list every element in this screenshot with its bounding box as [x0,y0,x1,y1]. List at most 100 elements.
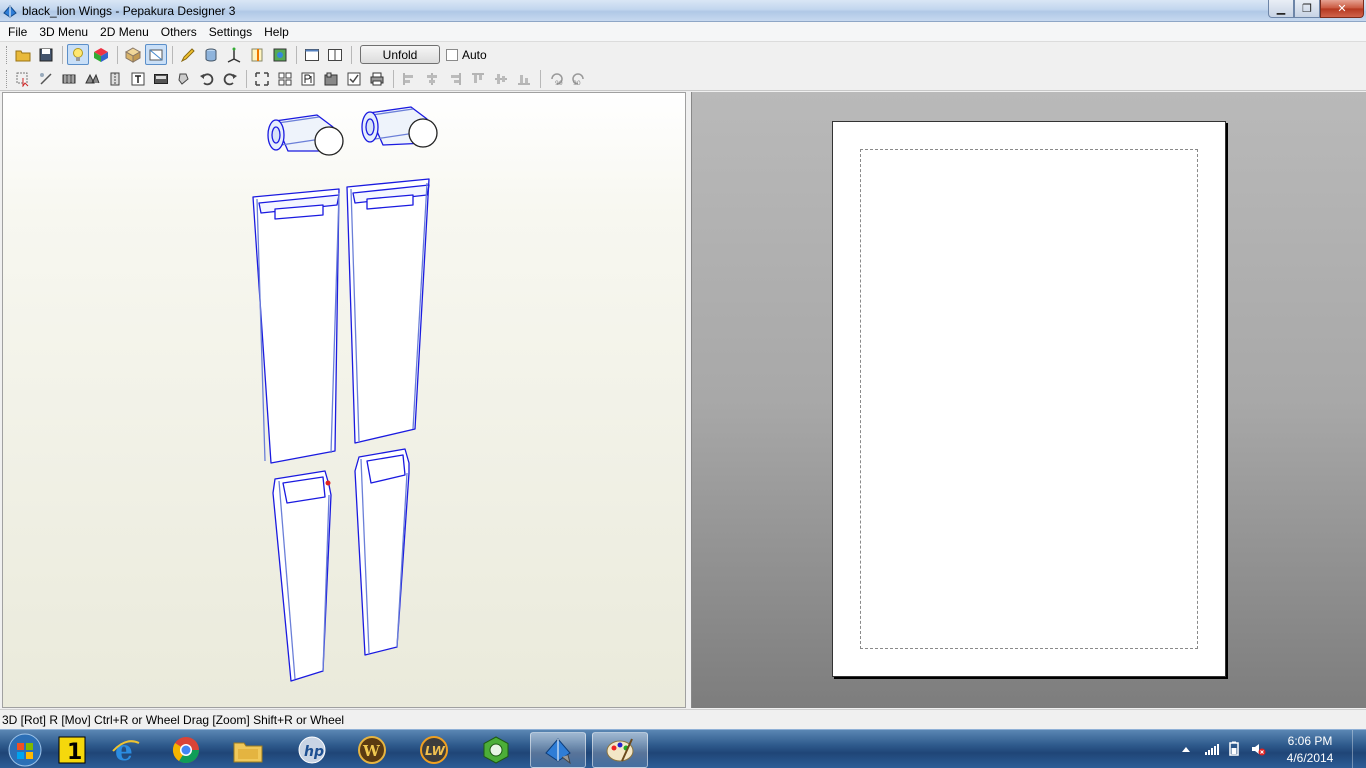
pepakura-icon[interactable] [530,732,586,768]
toolbar-grip[interactable] [6,45,9,64]
text-icon[interactable] [127,68,149,89]
menu-settings[interactable]: Settings [203,22,258,42]
fit-icon[interactable] [251,68,273,89]
texture-cube-icon[interactable] [90,44,112,65]
box-icon[interactable] [122,44,144,65]
clock-date[interactable]: 4/6/2014 [1280,751,1340,765]
light-bulb-icon[interactable] [67,44,89,65]
3d-view-pane[interactable] [2,92,686,708]
toolbar-separator [117,45,118,64]
arrange-icon[interactable] [274,68,296,89]
toolbar-grip[interactable] [6,69,9,88]
system-tray: 6:06 PM 4/6/2014 [1166,730,1366,768]
title-bar[interactable]: black_lion Wings - Pepakura Designer 3 ▁… [0,0,1366,22]
paper-sheet[interactable] [832,121,1226,677]
pepakura-app-icon [3,5,17,18]
settings-hex-icon[interactable] [468,732,524,768]
main-toolbar: Unfold Auto [0,42,1366,67]
check-icon[interactable] [343,68,365,89]
model-part-upper-right-panel[interactable] [346,178,430,444]
pencil-icon[interactable] [177,44,199,65]
toolbar-separator [393,69,394,88]
model-part-lower-left-panel[interactable] [272,470,332,682]
image-icon[interactable] [150,68,172,89]
battery-icon[interactable] [1226,741,1242,757]
model-part-cylinder-right[interactable] [361,106,438,148]
axis-icon[interactable] [223,44,245,65]
lightwave-icon[interactable]: LW [406,732,462,768]
undo-icon[interactable] [196,68,218,89]
unfold-button[interactable]: Unfold [360,45,440,64]
move-part-icon[interactable] [173,68,195,89]
start-button[interactable] [6,732,44,768]
edit-toolbar: 90 90 [0,67,1366,91]
windows-taskbar: 1 e hp W LW 6:06 PM 4/6/2014 [0,729,1366,768]
color-icon[interactable] [269,44,291,65]
align-right-icon[interactable] [444,68,466,89]
show-desktop-button[interactable] [1352,730,1366,768]
select-arrow-icon[interactable] [12,68,34,89]
maximize-button[interactable]: ❐ [1294,0,1320,18]
save-icon[interactable] [35,44,57,65]
close-button[interactable]: ✕ [1320,0,1364,18]
unfold-view-icon[interactable] [145,44,167,65]
align-top-icon[interactable] [467,68,489,89]
auto-checkbox[interactable] [446,48,458,61]
window-title: black_lion Wings - Pepakura Designer 3 [22,4,236,18]
show-hidden-icons-icon[interactable] [1178,741,1194,757]
auto-option[interactable]: Auto [446,48,487,62]
rotate-90-cw-icon[interactable]: 90 [568,68,590,89]
model-part-upper-left-panel[interactable] [252,188,340,464]
3d-model-viewport[interactable] [3,93,687,709]
toolbar-separator [296,45,297,64]
align-left-icon[interactable] [398,68,420,89]
menu-others[interactable]: Others [155,22,203,42]
internet-explorer-icon[interactable]: e [98,732,154,768]
warcraft-icon[interactable]: W [344,732,400,768]
minimize-button[interactable]: ▁ [1268,0,1294,18]
align-bottom-icon[interactable] [513,68,535,89]
svg-text:e: e [115,735,133,765]
page-number-icon[interactable] [297,68,319,89]
norton-icon[interactable]: 1 [44,732,100,768]
open-folder-icon[interactable] [12,44,34,65]
menu-file[interactable]: File [2,22,33,42]
toolbar-separator [351,45,352,64]
join-icon[interactable] [58,68,80,89]
status-bar: 3D [Rot] R [Mov] Ctrl+R or Wheel Drag [Z… [0,709,1366,729]
split-pane-icon[interactable] [324,44,346,65]
rotate-90-ccw-icon[interactable]: 90 [545,68,567,89]
selected-vertex-marker [325,480,331,486]
layout-icon[interactable] [320,68,342,89]
model-part-lower-right-panel[interactable] [354,448,410,656]
edge-icon[interactable] [246,44,268,65]
printable-area-border [860,149,1198,649]
paint-icon[interactable] [592,732,648,768]
align-middle-icon[interactable] [490,68,512,89]
menu-help[interactable]: Help [258,22,295,42]
svg-text:hp: hp [304,744,324,760]
redo-icon[interactable] [219,68,241,89]
hp-icon[interactable]: hp [284,732,340,768]
single-pane-icon[interactable] [301,44,323,65]
svg-text:1: 1 [67,740,82,765]
network-signal-icon[interactable] [1204,741,1220,757]
edit-line-icon[interactable] [35,68,57,89]
volume-muted-icon[interactable] [1250,741,1266,757]
align-center-icon[interactable] [421,68,443,89]
chrome-icon[interactable] [158,732,214,768]
print-icon[interactable] [366,68,388,89]
toolbar-separator [246,69,247,88]
flap-icon[interactable] [81,68,103,89]
toolbar-separator [172,45,173,64]
menu-2d[interactable]: 2D Menu [94,22,155,42]
svg-text:LW: LW [425,744,446,758]
menu-3d[interactable]: 3D Menu [33,22,94,42]
cylinder-icon[interactable] [200,44,222,65]
2d-view-pane[interactable] [691,92,1366,708]
fold-icon[interactable] [104,68,126,89]
menu-bar: File 3D Menu 2D Menu Others Settings Hel… [0,22,1366,42]
model-part-cylinder-left[interactable] [267,114,344,156]
clock-time[interactable]: 6:06 PM [1280,734,1340,748]
file-explorer-icon[interactable] [220,732,276,768]
